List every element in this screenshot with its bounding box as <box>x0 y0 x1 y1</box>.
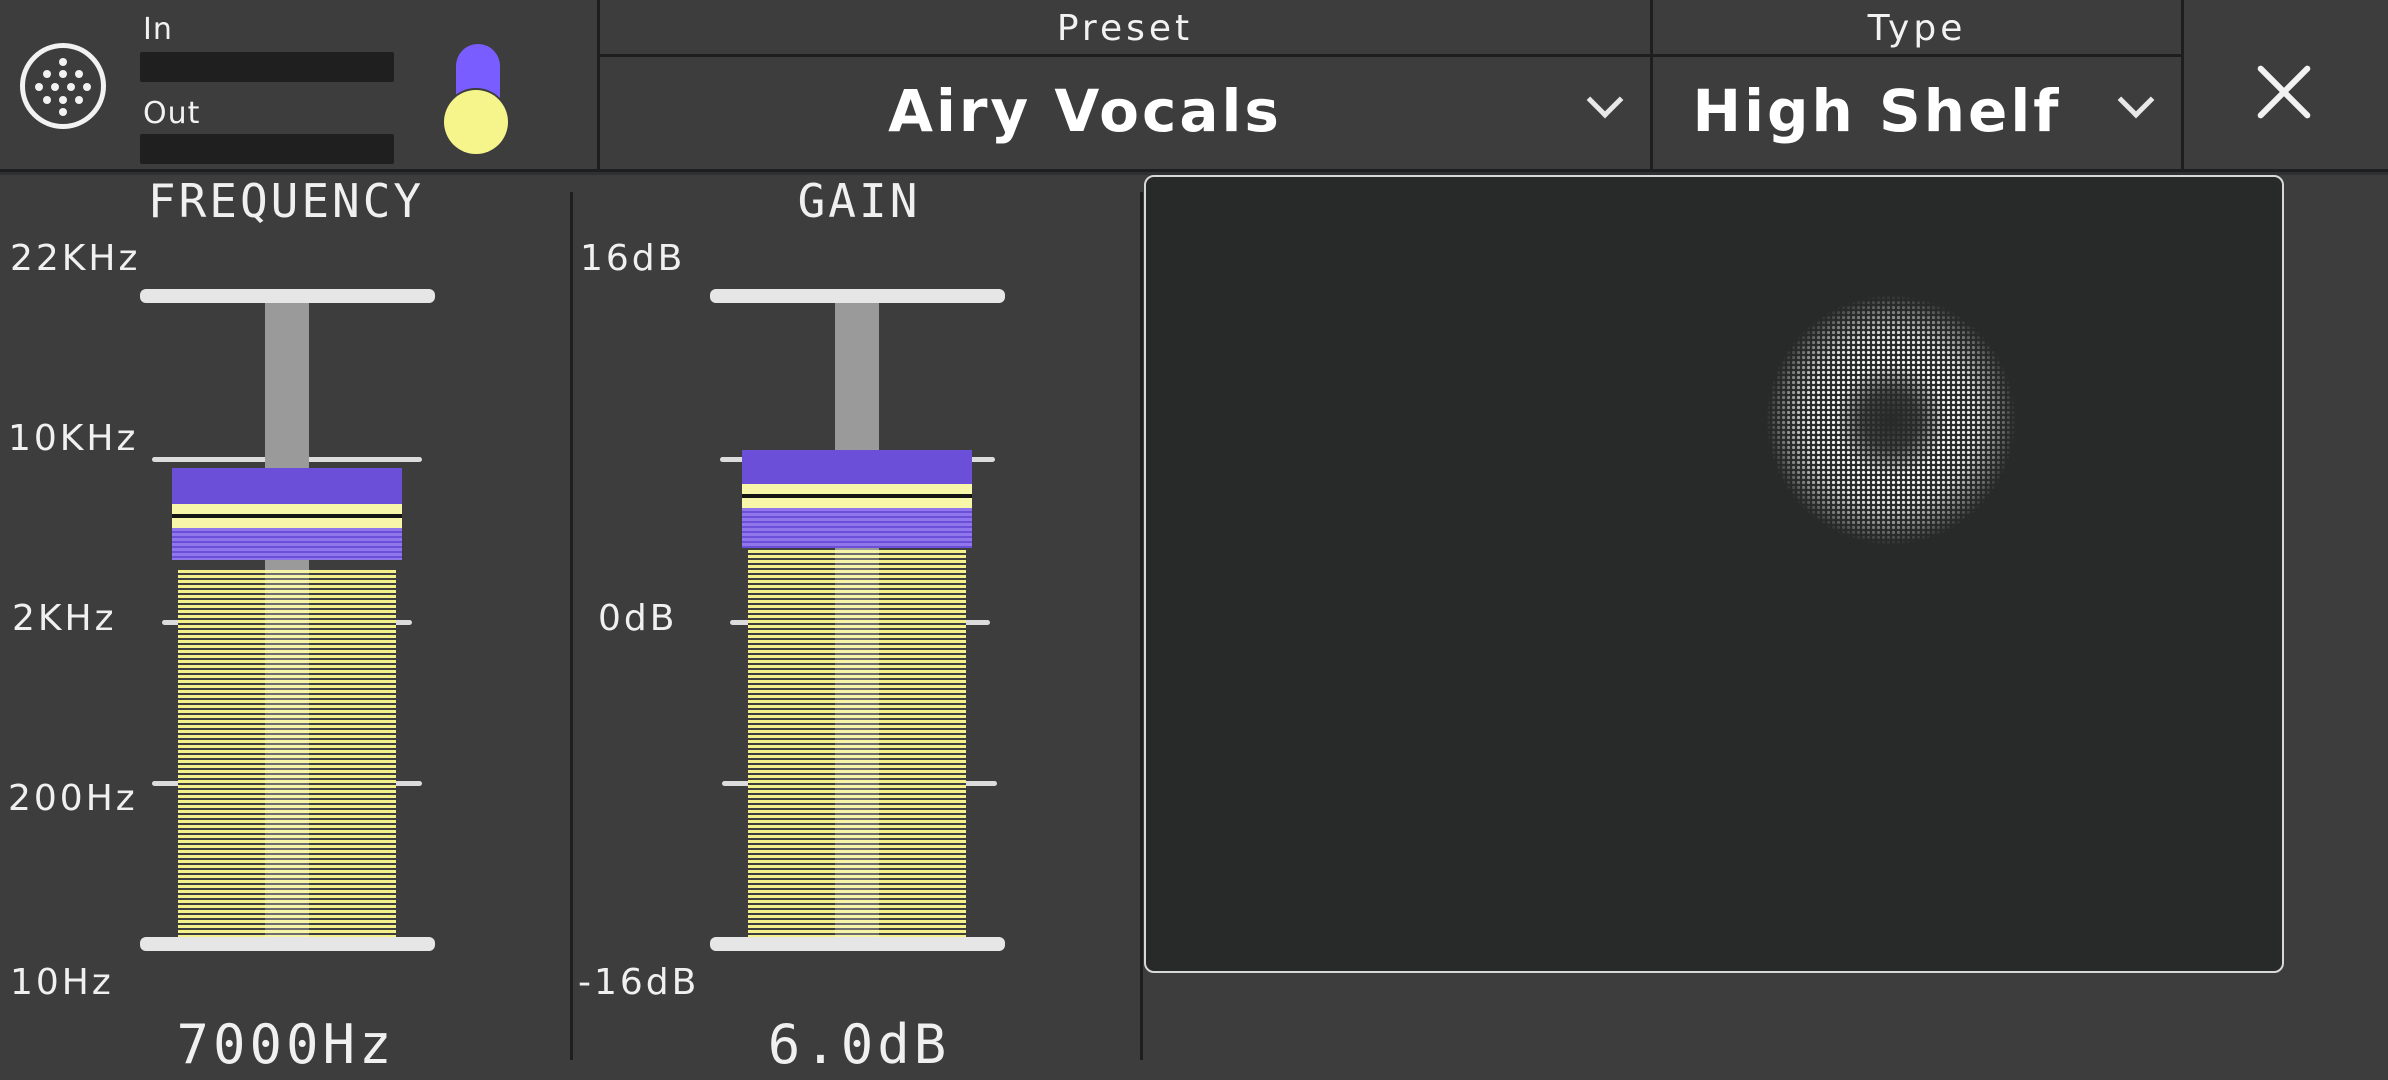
frequency-handle-line <box>172 518 402 528</box>
frequency-slider-top-rail <box>140 289 435 303</box>
filter-type-dropdown[interactable]: High Shelf <box>1653 57 2181 172</box>
frequency-handle-cap <box>172 468 402 504</box>
frequency-scale-label: 200Hz <box>8 778 138 819</box>
xy-control-pad[interactable] <box>1144 175 2284 973</box>
frequency-scale-label: 10Hz <box>10 962 114 1003</box>
gain-scale-label: 16dB <box>580 238 686 279</box>
gain-handle-base <box>742 508 972 548</box>
frequency-scale-label: 22KHz <box>10 238 141 279</box>
frequency-title: FREQUENCY <box>147 174 425 228</box>
gain-slider-bottom-rail <box>710 937 1005 951</box>
frequency-scale-label: 2KHz <box>12 598 117 639</box>
preset-value: Airy Vocals <box>888 77 1282 145</box>
gain-scale-label: -16dB <box>578 962 700 1003</box>
gain-slider-top-rail <box>710 289 1005 303</box>
gain-title: GAIN <box>797 174 921 228</box>
xy-pad-puck[interactable] <box>1766 295 2016 545</box>
output-meter-label: Out <box>143 96 201 131</box>
frequency-handle-base <box>172 528 402 560</box>
frequency-slider-bottom-rail <box>140 937 435 951</box>
frequency-scale-label: 10KHz <box>8 418 139 459</box>
output-level-meter <box>140 134 394 164</box>
frequency-readout: 7000Hz <box>176 1013 396 1076</box>
gain-handle-line <box>742 498 972 508</box>
frequency-slider[interactable] <box>135 285 440 960</box>
gain-slider-handle[interactable] <box>742 450 972 548</box>
input-level-meter <box>140 52 394 82</box>
frequency-handle-line <box>172 504 402 514</box>
chevron-down-icon <box>1586 81 1624 119</box>
bypass-toggle-knob[interactable] <box>444 90 508 154</box>
column-divider <box>570 192 573 1060</box>
halftone-ring-icon <box>1766 295 2016 545</box>
header-divider <box>2181 0 2184 172</box>
close-icon[interactable] <box>2254 62 2314 122</box>
frequency-slider-handle[interactable] <box>172 468 402 560</box>
gain-slider[interactable] <box>705 285 1010 960</box>
dotted-circle-logo-icon[interactable] <box>20 43 106 129</box>
chevron-down-icon <box>2117 81 2155 119</box>
gain-readout: 6.0dB <box>767 1013 951 1076</box>
input-meter-label: In <box>143 12 173 47</box>
frequency-fill-highlight <box>265 570 309 937</box>
gain-handle-cap <box>742 450 972 484</box>
filter-type-value: High Shelf <box>1692 77 2062 145</box>
preset-dropdown[interactable]: Airy Vocals <box>600 57 1650 172</box>
type-title: Type <box>1867 8 1967 49</box>
column-divider <box>1140 192 1143 1060</box>
gain-fill-highlight <box>835 550 879 937</box>
gain-scale-label: 0dB <box>598 598 678 639</box>
preset-title: Preset <box>1056 8 1194 49</box>
gain-handle-line <box>742 484 972 494</box>
